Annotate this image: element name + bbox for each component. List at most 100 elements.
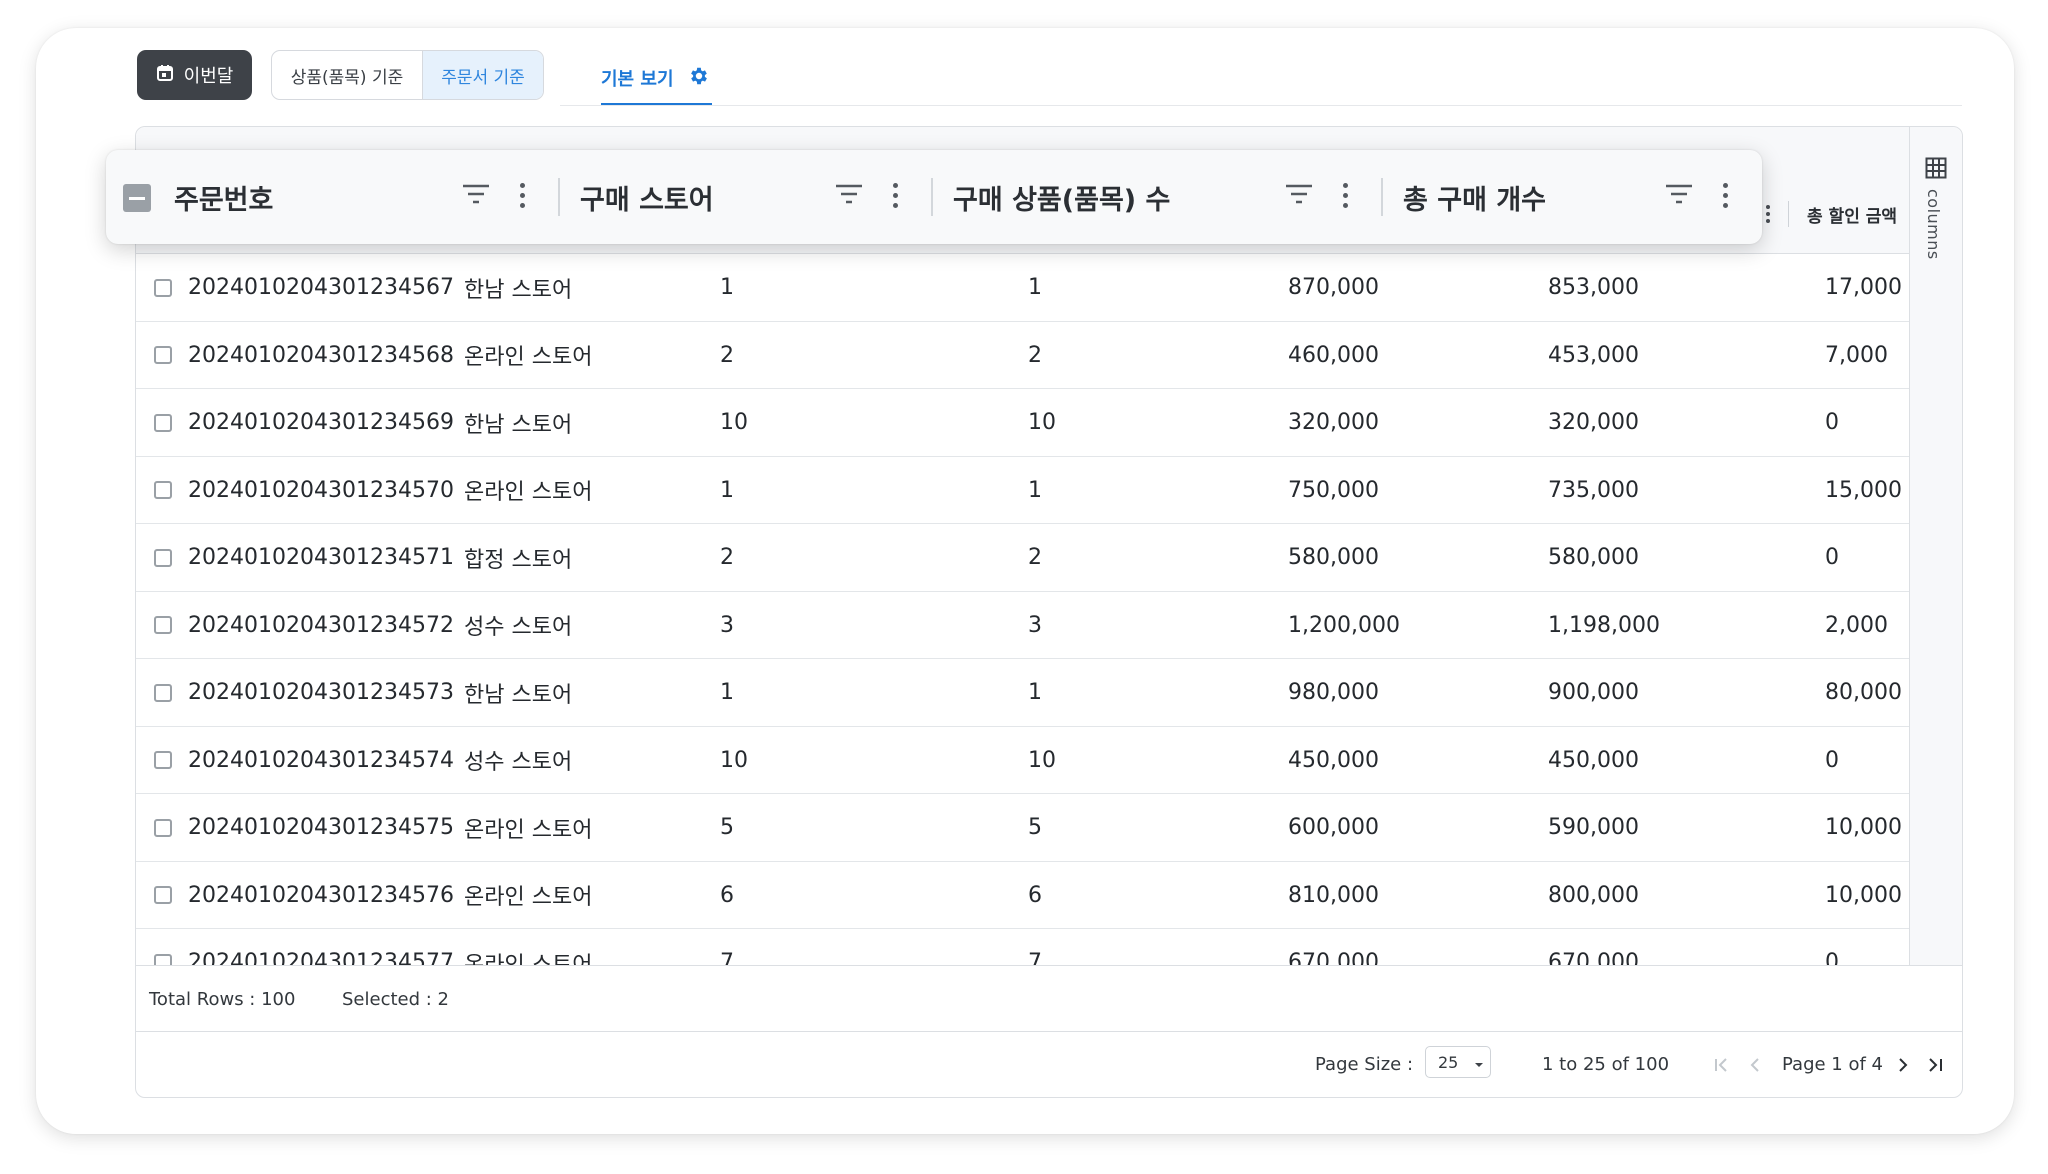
table-cell: 870,000 xyxy=(1288,275,1379,300)
first-page-icon[interactable] xyxy=(1714,1032,1730,1097)
row-checkbox[interactable] xyxy=(154,389,172,456)
basis-option-order[interactable]: 주문서 기준 xyxy=(423,51,543,99)
table-cell: 7 xyxy=(1028,950,1042,965)
table-cell: 17,000 xyxy=(1825,275,1902,300)
kebab-menu-icon[interactable] xyxy=(1723,183,1728,208)
table-cell: 한남 스토어 xyxy=(464,412,573,438)
table-cell: 2024010204301234569 xyxy=(188,410,454,435)
table-cell: 2 xyxy=(1028,342,1042,368)
column-separator xyxy=(931,178,933,216)
table-row[interactable]: 2024010204301234572 성수 스토어 3 3 1,200,000 1,19… xyxy=(136,592,1909,659)
table-row[interactable]: 2024010204301234574 성수 스토어 10 10 450,000 450,… xyxy=(136,727,1909,794)
table-cell: 980,000 xyxy=(1288,680,1379,705)
kebab-menu-icon[interactable] xyxy=(1766,205,1770,223)
table-cell: 2024010204301234572 xyxy=(188,612,454,638)
page-size-select[interactable]: 25 xyxy=(1425,1046,1491,1078)
table-cell: 온라인 스토어 xyxy=(464,345,593,370)
column-header-total-quantity[interactable]: 총 구매 개수 xyxy=(1403,150,1546,244)
table-cell: 10,000 xyxy=(1825,882,1902,908)
table-cell: 1,200,000 xyxy=(1288,612,1400,638)
table-row[interactable]: 2024010204301234573 한남 스토어 1 1 980,000 900,00… xyxy=(136,659,1909,727)
table-cell: 10,000 xyxy=(1825,815,1902,840)
table-row[interactable]: 2024010204301234571 합정 스토어 2 2 580,000 580,00… xyxy=(136,524,1909,592)
column-header-total-discount[interactable]: 총 할인 금액 xyxy=(1807,202,1897,227)
table-cell: 580,000 xyxy=(1288,545,1379,570)
kebab-menu-icon[interactable] xyxy=(893,183,898,208)
basis-option-product[interactable]: 상품(품목) 기준 xyxy=(272,51,423,99)
row-checkbox[interactable] xyxy=(154,322,172,389)
table-cell: 10 xyxy=(1028,410,1056,435)
grid-body: 2024010204301234567 한남 스토어 1 1 870,000 853,00… xyxy=(136,254,1909,965)
select-all-checkbox[interactable] xyxy=(123,184,151,212)
table-cell: 2024010204301234574 xyxy=(188,747,454,773)
table-cell: 3 xyxy=(720,612,734,638)
table-cell: 0 xyxy=(1825,950,1839,965)
table-cell: 10 xyxy=(1028,747,1056,773)
table-cell: 15,000 xyxy=(1825,477,1902,503)
basis-toggle: 상품(품목) 기준 주문서 기준 xyxy=(271,50,544,100)
kebab-menu-icon[interactable] xyxy=(1343,183,1348,208)
table-cell: 온라인 스토어 xyxy=(464,480,593,505)
table-row[interactable]: 2024010204301234568 온라인 스토어 2 2 460,000 453,0… xyxy=(136,322,1909,389)
table-cell: 성수 스토어 xyxy=(464,615,573,640)
row-checkbox[interactable] xyxy=(154,862,172,929)
table-row[interactable]: 2024010204301234570 온라인 스토어 1 1 750,000 735,0… xyxy=(136,457,1909,524)
table-row[interactable]: 2024010204301234575 온라인 스토어 5 5 600,000 590,0… xyxy=(136,794,1909,862)
filter-icon[interactable] xyxy=(1664,183,1694,209)
row-checkbox[interactable] xyxy=(154,794,172,861)
calendar-icon xyxy=(156,64,174,87)
filter-icon[interactable] xyxy=(834,183,864,209)
table-cell: 2024010204301234570 xyxy=(188,477,454,503)
last-page-icon[interactable] xyxy=(1927,1032,1943,1097)
table-cell: 460,000 xyxy=(1288,342,1379,368)
tab-default-view[interactable]: 기본 보기 xyxy=(601,50,712,106)
this-month-button[interactable]: 이번달 xyxy=(137,50,252,100)
row-checkbox[interactable] xyxy=(154,457,172,524)
table-cell: 2024010204301234577 xyxy=(188,950,454,965)
table-row[interactable]: 2024010204301234577 온라인 스토어 7 7 670,000 670,0… xyxy=(136,929,1909,965)
page-size-value: 25 xyxy=(1438,1052,1459,1072)
this-month-label: 이번달 xyxy=(183,66,234,87)
next-page-icon[interactable] xyxy=(1898,1032,1908,1097)
table-cell: 2024010204301234573 xyxy=(188,680,454,705)
columns-side-panel[interactable]: columns xyxy=(1909,127,1962,965)
table-cell: 1 xyxy=(720,477,734,503)
row-checkbox[interactable] xyxy=(154,254,172,321)
pagination-bar: Page Size : 25 1 to 25 of 100 Page 1 of … xyxy=(136,1032,1962,1097)
column-header-store[interactable]: 구매 스토어 xyxy=(580,150,714,244)
row-checkbox[interactable] xyxy=(154,659,172,726)
gear-icon[interactable] xyxy=(688,65,710,92)
header-separator xyxy=(1788,201,1789,227)
column-header-product-count[interactable]: 구매 상품(품목) 수 xyxy=(953,150,1170,244)
filter-icon[interactable] xyxy=(461,183,491,209)
table-cell: 성수 스토어 xyxy=(464,750,573,775)
selected-count-text: Selected : 2 xyxy=(342,988,449,1010)
table-cell: 2 xyxy=(1028,545,1042,570)
prev-page-icon[interactable] xyxy=(1750,1032,1760,1097)
table-cell: 670,000 xyxy=(1548,950,1639,965)
row-checkbox[interactable] xyxy=(154,929,172,965)
columns-panel-label: columns xyxy=(1924,189,1943,260)
kebab-menu-icon[interactable] xyxy=(520,183,525,208)
page-range-text: 1 to 25 of 100 xyxy=(1542,1054,1670,1075)
table-cell: 2024010204301234575 xyxy=(188,815,454,840)
table-cell: 2024010204301234567 xyxy=(188,275,454,300)
columns-grid-icon[interactable] xyxy=(1925,157,1947,183)
table-row[interactable]: 2024010204301234567 한남 스토어 1 1 870,000 853,00… xyxy=(136,254,1909,322)
table-row[interactable]: 2024010204301234576 온라인 스토어 6 6 810,000 800,0… xyxy=(136,862,1909,929)
column-header-order-number[interactable]: 주문번호 xyxy=(174,150,273,244)
table-row[interactable]: 2024010204301234569 한남 스토어 10 10 320,000 320,… xyxy=(136,389,1909,457)
table-cell: 6 xyxy=(1028,882,1042,908)
column-separator xyxy=(1381,178,1383,216)
table-cell: 1 xyxy=(720,275,734,300)
row-checkbox[interactable] xyxy=(154,727,172,794)
table-cell: 320,000 xyxy=(1288,410,1379,435)
table-cell: 0 xyxy=(1825,410,1839,435)
table-cell: 10 xyxy=(720,410,748,435)
table-cell: 450,000 xyxy=(1288,747,1379,773)
table-cell: 온라인 스토어 xyxy=(464,885,593,910)
filter-icon[interactable] xyxy=(1284,183,1314,209)
table-cell: 1 xyxy=(720,680,734,705)
row-checkbox[interactable] xyxy=(154,592,172,659)
row-checkbox[interactable] xyxy=(154,524,172,591)
